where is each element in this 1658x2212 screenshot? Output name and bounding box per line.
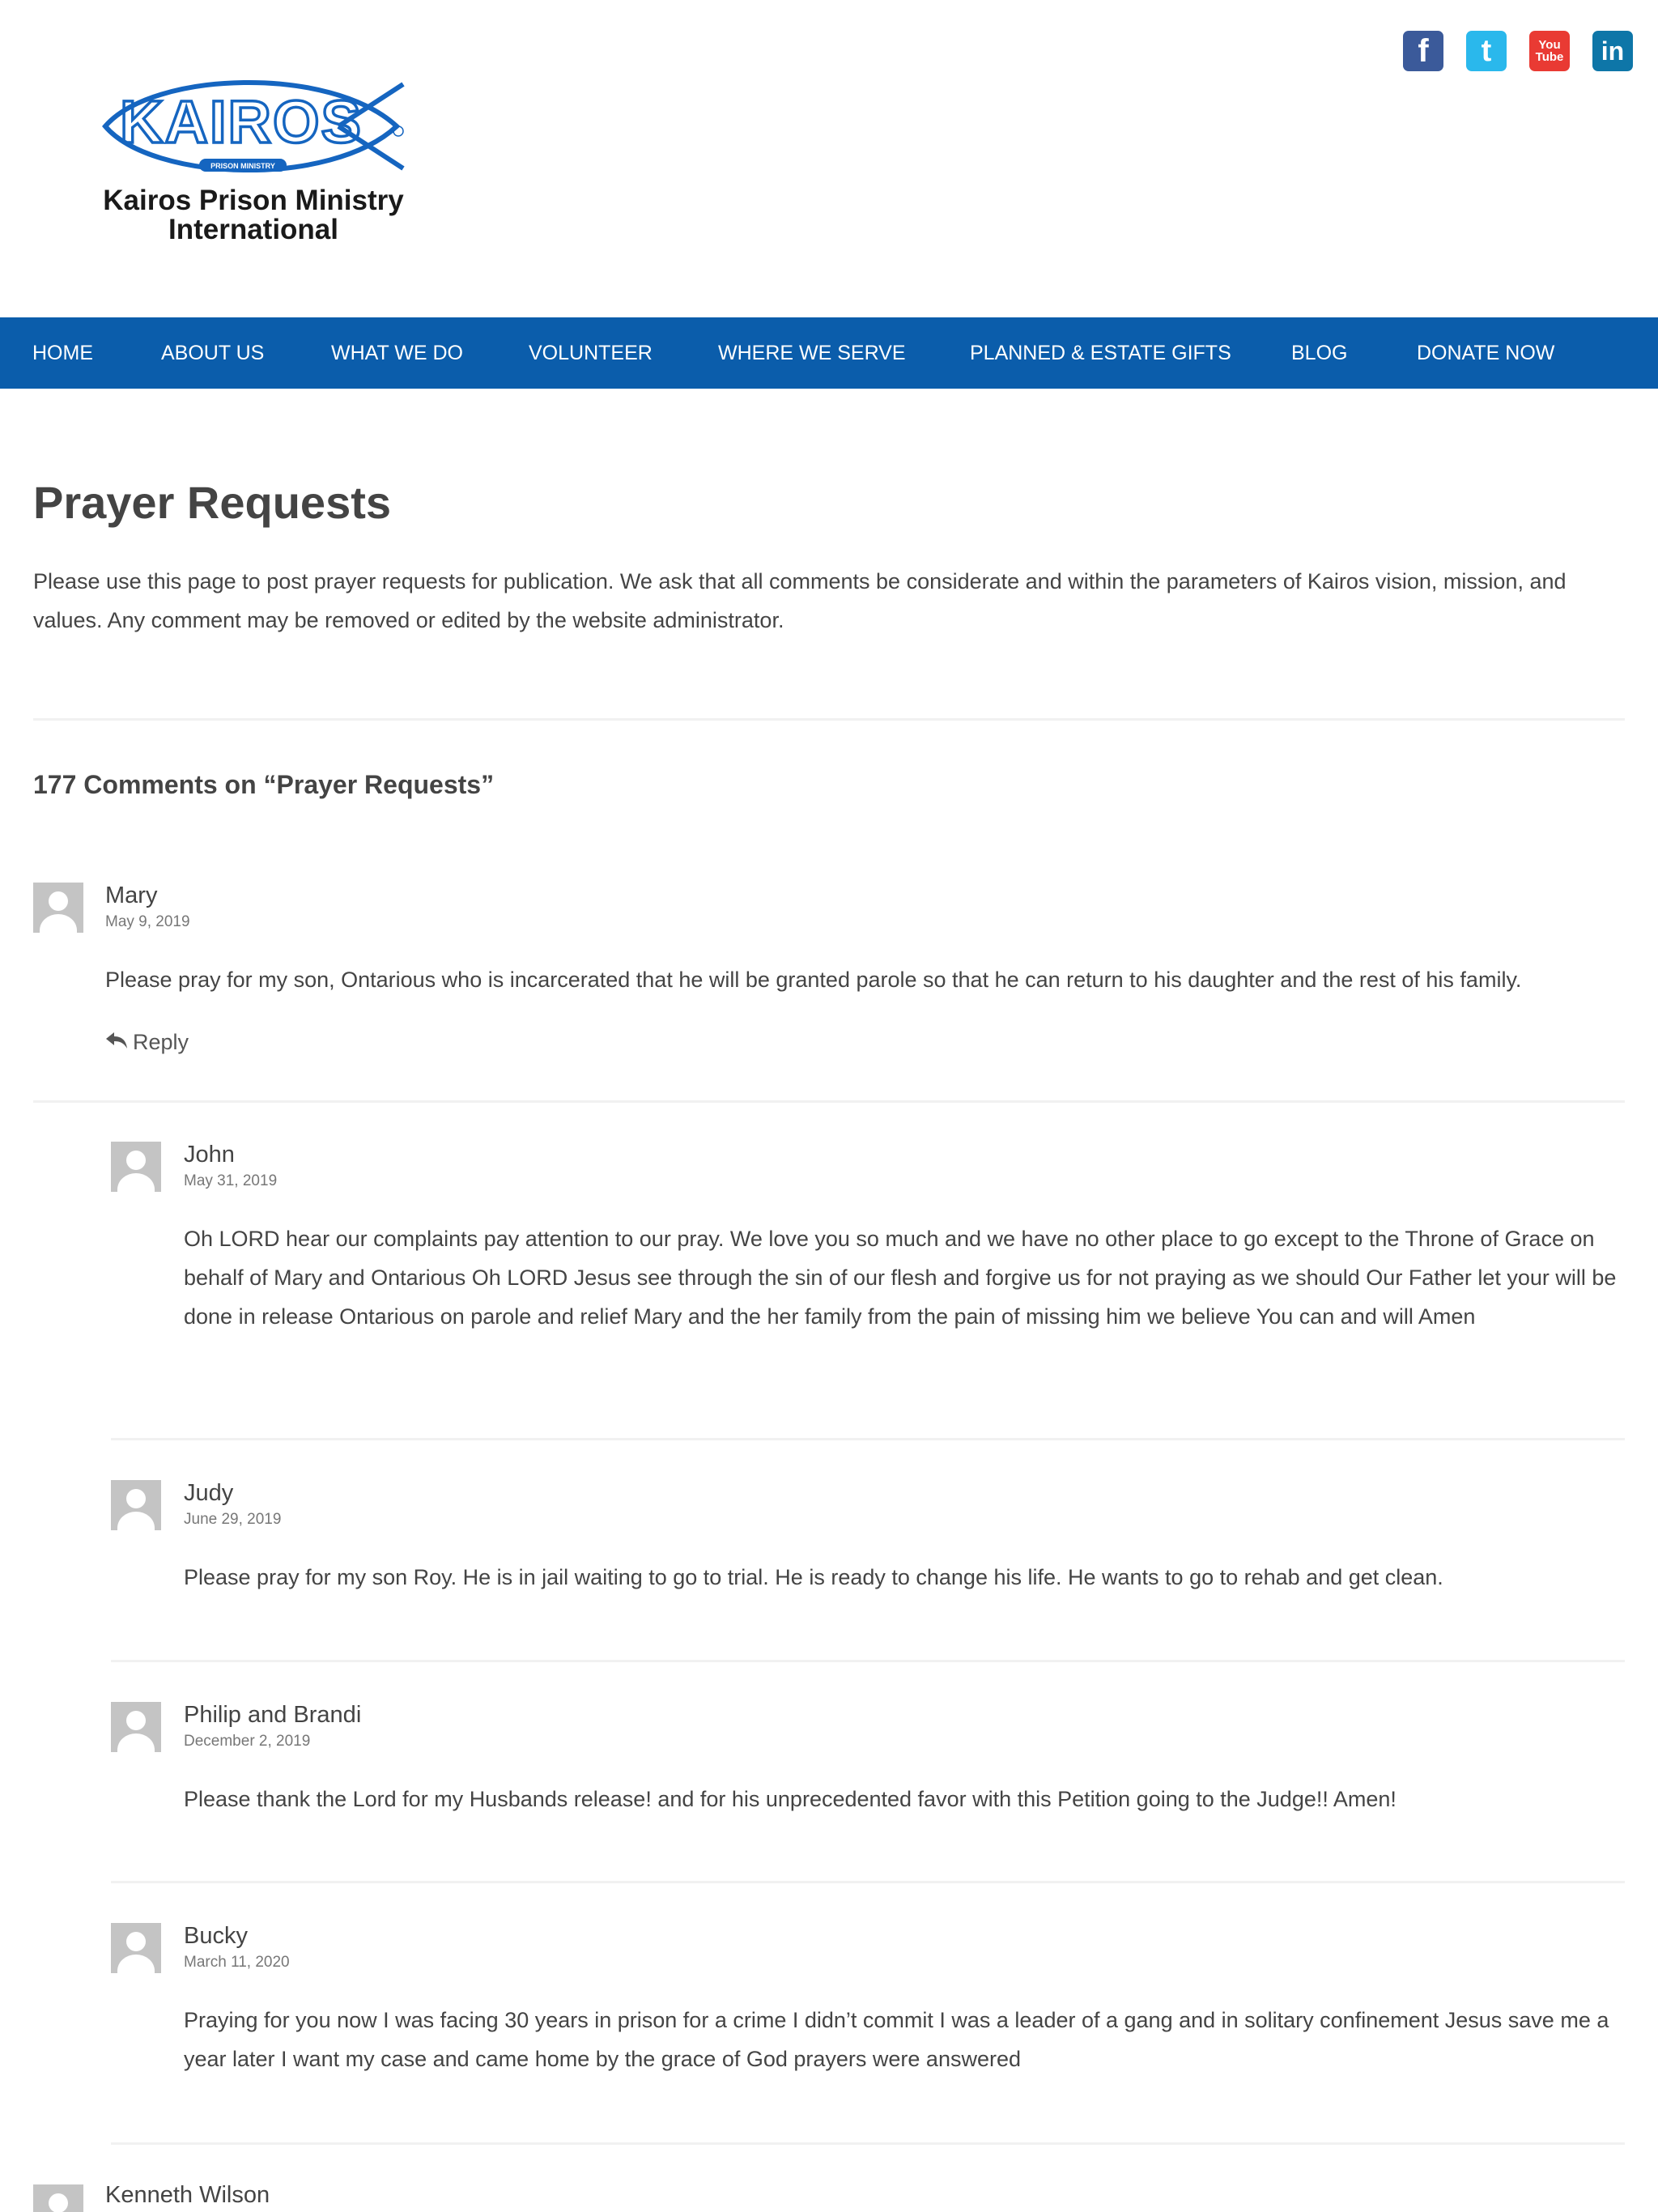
comment-text: Oh LORD hear our complaints pay attentio… bbox=[184, 1227, 1617, 1329]
avatar bbox=[33, 2184, 83, 2212]
avatar bbox=[33, 883, 83, 933]
page-title: Prayer Requests bbox=[33, 477, 392, 528]
comment-author[interactable]: John bbox=[184, 1140, 235, 1169]
comment-date[interactable]: December 2, 2019 bbox=[184, 1732, 310, 1751]
comments-heading: 177 Comments on “Prayer Requests” bbox=[33, 770, 495, 799]
avatar bbox=[111, 1702, 161, 1752]
divider bbox=[33, 1100, 1625, 1103]
logo-name-line2: International bbox=[168, 214, 339, 245]
divider bbox=[111, 1438, 1625, 1440]
reply-label: Reply bbox=[133, 1030, 189, 1054]
logo-org-name: Kairos Prison Ministry International bbox=[96, 186, 411, 245]
comment-author[interactable]: Kenneth Wilson bbox=[105, 2180, 270, 2210]
logo-name-line1: Kairos Prison Ministry bbox=[103, 185, 404, 216]
comment-author[interactable]: Mary bbox=[105, 881, 157, 910]
kairos-logo[interactable]: KAIROS PRISON MINISTRY Kairos Prison Min… bbox=[96, 68, 411, 251]
linkedin-icon[interactable]: in bbox=[1592, 31, 1633, 71]
svg-text:PRISON MINISTRY: PRISON MINISTRY bbox=[210, 162, 275, 170]
svg-text:KAIROS: KAIROS bbox=[120, 88, 363, 155]
comment-date[interactable]: May 31, 2019 bbox=[184, 1172, 277, 1191]
twitter-icon[interactable]: t bbox=[1466, 31, 1507, 71]
facebook-icon[interactable]: f bbox=[1403, 31, 1443, 71]
nav-about-us[interactable]: ABOUT US bbox=[161, 317, 264, 389]
page-intro: Please use this page to post prayer requ… bbox=[33, 569, 1567, 632]
reply-button[interactable]: Reply bbox=[105, 1028, 189, 1056]
reply-arrow-icon bbox=[105, 1028, 128, 1056]
avatar bbox=[111, 1923, 161, 1973]
nav-blog[interactable]: BLOG bbox=[1291, 317, 1347, 389]
comment-text: Please thank the Lord for my Husbands re… bbox=[184, 1787, 1397, 1811]
comment-date[interactable]: May 9, 2019 bbox=[105, 912, 190, 932]
divider bbox=[33, 718, 1625, 721]
comment-author[interactable]: Bucky bbox=[184, 1921, 248, 1950]
comment-text: Praying for you now I was facing 30 year… bbox=[184, 2008, 1609, 2071]
nav-where-we-serve[interactable]: WHERE WE SERVE bbox=[718, 317, 906, 389]
nav-what-we-do[interactable]: WHAT WE DO bbox=[331, 317, 463, 389]
youtube-icon[interactable]: You Tube bbox=[1529, 31, 1570, 71]
nav-donate-now[interactable]: DONATE NOW bbox=[1417, 317, 1554, 389]
comment-author[interactable]: Judy bbox=[184, 1478, 233, 1508]
main-nav: HOME ABOUT US WHAT WE DO VOLUNTEER WHERE… bbox=[0, 317, 1658, 389]
avatar bbox=[111, 1480, 161, 1530]
comment-author[interactable]: Philip and Brandi bbox=[184, 1700, 361, 1729]
comment-date[interactable]: March 11, 2020 bbox=[184, 1953, 290, 1972]
divider bbox=[111, 1881, 1625, 1883]
divider bbox=[111, 2142, 1625, 2145]
kairos-fish-emblem: KAIROS PRISON MINISTRY bbox=[102, 79, 405, 173]
nav-home[interactable]: HOME bbox=[32, 317, 93, 389]
avatar bbox=[111, 1142, 161, 1192]
divider bbox=[111, 1660, 1625, 1662]
site-header: KAIROS PRISON MINISTRY Kairos Prison Min… bbox=[0, 0, 1658, 317]
comment-date[interactable]: June 29, 2019 bbox=[184, 1510, 281, 1529]
comment-text: Please pray for my son, Ontarious who is… bbox=[105, 968, 1522, 992]
nav-volunteer[interactable]: VOLUNTEER bbox=[529, 317, 653, 389]
nav-planned-estate-gifts[interactable]: PLANNED & ESTATE GIFTS bbox=[970, 317, 1231, 389]
comment-text: Please pray for my son Roy. He is in jai… bbox=[184, 1565, 1443, 1589]
